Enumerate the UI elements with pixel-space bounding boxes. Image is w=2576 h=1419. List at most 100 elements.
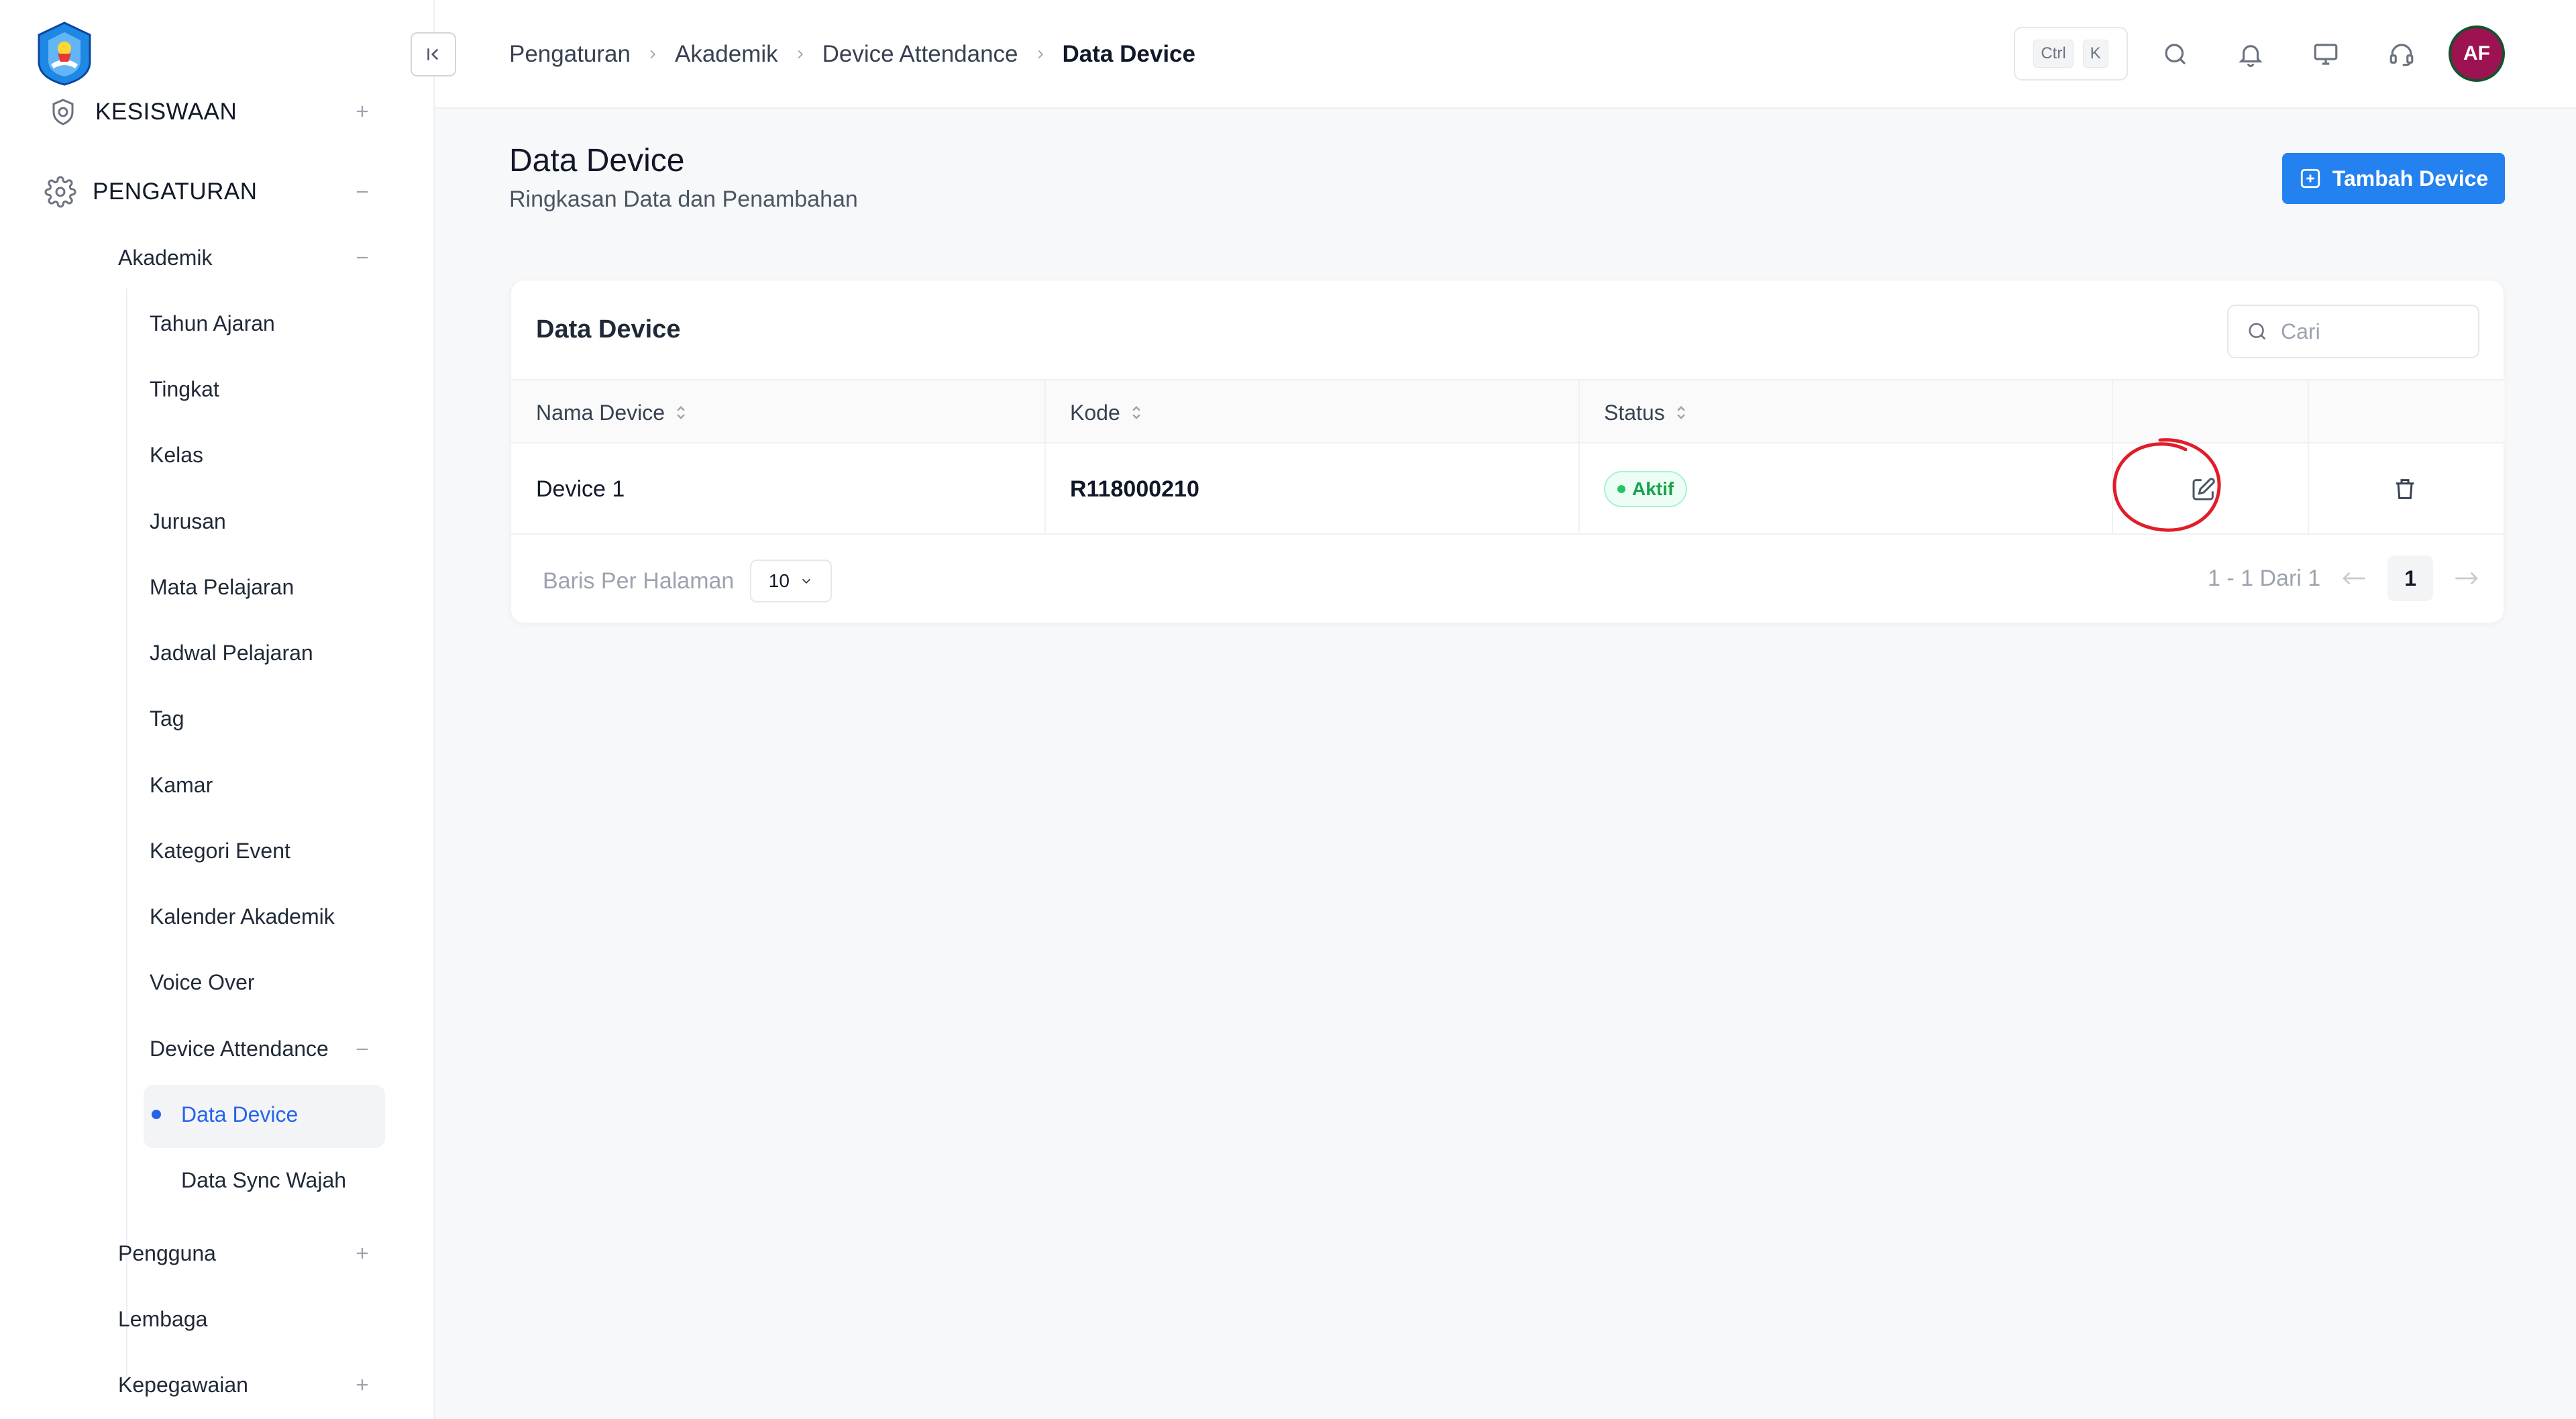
pengaturan-collapse-toggle[interactable] xyxy=(350,180,374,204)
rows-per-page-label: Baris Per Halaman xyxy=(543,568,735,594)
support-button[interactable] xyxy=(2385,38,2418,71)
sidebar: KESISWAAN PENGATURAN Akademik Tahun Ajar… xyxy=(0,0,435,1419)
sidebar-item-kelas[interactable]: Kelas xyxy=(150,440,203,470)
sidebar-section-label: PENGATURAN xyxy=(93,178,258,205)
pengguna-expand-toggle[interactable] xyxy=(350,1241,374,1265)
cell-status: Aktif xyxy=(1604,443,1688,535)
sidebar-item-label: Mata Pelajaran xyxy=(150,574,294,599)
sidebar-group-label: Akademik xyxy=(118,245,213,270)
cell-device-code: R118000210 xyxy=(1070,476,1199,502)
kesiswaan-expand-toggle[interactable] xyxy=(350,99,374,123)
search-input[interactable] xyxy=(2281,319,2455,344)
sort-icon xyxy=(1132,406,1140,419)
add-device-button[interactable]: Tambah Device xyxy=(2282,153,2505,204)
breadcrumb-item-akademik[interactable]: Akademik xyxy=(675,41,778,68)
sidebar-item-label: Jadwal Pelajaran xyxy=(150,640,313,665)
akademik-collapse-toggle[interactable] xyxy=(350,246,374,270)
bell-icon xyxy=(2239,45,2263,68)
sidebar-group-label: Device Attendance xyxy=(150,1036,329,1061)
sidebar-item-lembaga[interactable]: Lembaga xyxy=(118,1304,207,1334)
display-button[interactable] xyxy=(2309,38,2343,71)
minus-icon xyxy=(356,191,368,193)
sidebar-group-device-attendance[interactable]: Device Attendance xyxy=(150,1034,329,1063)
kepegawaian-expand-toggle[interactable] xyxy=(350,1373,374,1397)
sidebar-section-label: KESISWAAN xyxy=(95,99,237,125)
column-header-nama-device[interactable]: Nama Device xyxy=(536,380,688,445)
table-search[interactable] xyxy=(2227,305,2479,358)
headset-icon xyxy=(2390,44,2414,66)
search-button[interactable] xyxy=(2159,38,2192,71)
arrow-right-icon[interactable] xyxy=(2453,568,2480,588)
command-palette-shortcut[interactable]: Ctrl K xyxy=(2014,27,2128,81)
rows-per-page-select[interactable]: 10 xyxy=(750,560,833,602)
sidebar-item-jurusan[interactable]: Jurusan xyxy=(150,507,226,536)
collapse-left-icon xyxy=(427,48,439,60)
sidebar-group-pengguna[interactable]: Pengguna xyxy=(118,1239,216,1268)
delete-button[interactable] xyxy=(2386,470,2424,508)
sidebar-item-label: Data Sync Wajah xyxy=(181,1167,347,1192)
sidebar-item-mata-pelajaran[interactable]: Mata Pelajaran xyxy=(150,572,294,602)
sidebar-item-label: Lembaga xyxy=(118,1306,208,1331)
active-indicator-dot xyxy=(152,1110,161,1119)
arrow-left-icon[interactable] xyxy=(2341,568,2367,588)
column-header-label: Nama Device xyxy=(536,400,665,425)
column-header-status[interactable]: Status xyxy=(1604,380,1688,445)
sidebar-item-kategori-event[interactable]: Kategori Event xyxy=(150,836,290,865)
trash-icon xyxy=(2396,479,2414,499)
status-dot xyxy=(1617,485,1625,493)
sidebar-item-data-device[interactable]: Data Device xyxy=(181,1100,298,1129)
page-number-current[interactable]: 1 xyxy=(2387,556,2434,601)
sidebar-item-label: Tag xyxy=(150,706,184,731)
shield-gear-icon xyxy=(52,99,74,125)
sidebar-item-data-sync-wajah[interactable]: Data Sync Wajah xyxy=(181,1165,346,1195)
sidebar-item-kalender-akademik[interactable]: Kalender Akademik xyxy=(150,902,335,931)
sidebar-group-kepegawaian[interactable]: Kepegawaian xyxy=(118,1370,248,1400)
sidebar-item-tingkat[interactable]: Tingkat xyxy=(150,374,219,404)
rows-per-page: Baris Per Halaman 10 xyxy=(543,560,833,602)
card-title: Data Device xyxy=(536,315,681,344)
breadcrumb-item-device-attendance[interactable]: Device Attendance xyxy=(822,41,1018,68)
column-header-kode[interactable]: Kode xyxy=(1070,380,1143,445)
sidebar-item-label: Tingkat xyxy=(150,376,219,401)
sidebar-item-label: Kategori Event xyxy=(150,838,290,863)
sort-icon xyxy=(1676,406,1685,419)
minus-icon xyxy=(356,256,368,259)
sidebar-item-voice-over[interactable]: Voice Over xyxy=(150,967,255,997)
sidebar-collapse-button[interactable] xyxy=(411,32,456,76)
notifications-button[interactable] xyxy=(2234,38,2267,71)
cell-device-name: Device 1 xyxy=(536,476,625,502)
column-header-label: Kode xyxy=(1070,400,1120,425)
avatar-initials: AF xyxy=(2463,42,2490,64)
sidebar-item-label: Jurusan xyxy=(150,509,226,533)
breadcrumb-current: Data Device xyxy=(1062,41,1195,67)
kbd-ctrl: Ctrl xyxy=(2033,40,2074,68)
chevron-right-icon xyxy=(1033,47,1048,62)
search-icon xyxy=(2165,44,2186,65)
pagination: 1 - 1 Dari 1 1 xyxy=(2208,554,2480,602)
sidebar-item-label: Kelas xyxy=(150,442,204,467)
sidebar-item-kamar[interactable]: Kamar xyxy=(150,770,213,800)
plus-icon xyxy=(356,105,368,117)
status-label: Aktif xyxy=(1632,478,1674,499)
sidebar-item-label: Voice Over xyxy=(150,969,255,994)
page-title: Data Device xyxy=(509,143,685,178)
sidebar-item-label: Tahun Ajaran xyxy=(150,311,275,335)
sidebar-section-kesiswaan[interactable]: KESISWAAN xyxy=(47,95,382,129)
chevron-right-icon xyxy=(645,47,660,62)
sidebar-item-jadwal-pelajaran[interactable]: Jadwal Pelajaran xyxy=(150,638,313,668)
user-avatar[interactable]: AF xyxy=(2449,25,2505,82)
device-attendance-collapse-toggle[interactable] xyxy=(350,1037,374,1061)
column-header-label: Status xyxy=(1604,400,1665,425)
search-icon xyxy=(2249,323,2266,340)
chevron-right-icon xyxy=(793,47,808,62)
page-number-label: 1 xyxy=(2404,566,2417,590)
sidebar-item-label: Data Device xyxy=(181,1102,299,1126)
breadcrumb-item-pengaturan[interactable]: Pengaturan xyxy=(509,41,631,68)
logo-icon xyxy=(38,21,91,86)
sidebar-section-pengaturan[interactable]: PENGATURAN xyxy=(44,174,366,209)
kbd-k: K xyxy=(2082,40,2108,68)
sidebar-group-label: Pengguna xyxy=(118,1241,216,1265)
sidebar-item-tahun-ajaran[interactable]: Tahun Ajaran xyxy=(150,309,275,338)
sidebar-group-akademik[interactable]: Akademik xyxy=(118,243,346,272)
sidebar-item-tag[interactable]: Tag xyxy=(150,704,184,733)
